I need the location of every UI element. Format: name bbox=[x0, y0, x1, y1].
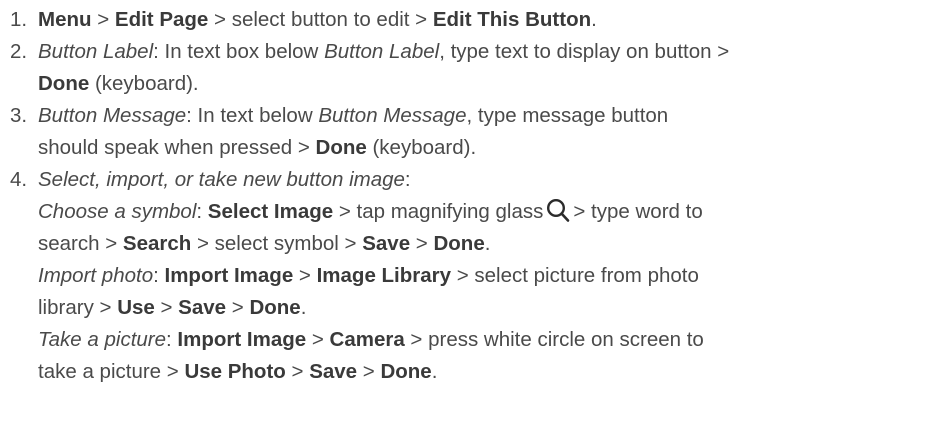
step-text-bold: Use bbox=[117, 296, 155, 319]
step-text-bold: Done bbox=[249, 296, 301, 319]
step-text: (keyboard). bbox=[366, 136, 477, 159]
step-line: library > Use > Save > Done. bbox=[38, 292, 915, 324]
step-text-bold: Image Library bbox=[316, 264, 452, 287]
step-text-italic: Import photo bbox=[38, 264, 154, 287]
step-text: take a picture > bbox=[38, 360, 185, 383]
step-text-bold: Search bbox=[122, 232, 192, 255]
step-text-italic: Button Message bbox=[38, 104, 187, 127]
step-text: > select symbol > bbox=[191, 232, 363, 255]
step-text-bold: Save bbox=[178, 296, 227, 319]
step-line: search > Search > select symbol > Save >… bbox=[38, 228, 915, 260]
step-text: > press white circle on screen to bbox=[404, 328, 704, 351]
step-text: : bbox=[166, 328, 178, 351]
step-text: should speak when pressed > bbox=[38, 136, 316, 159]
step-line: Button Label: In text box below Button L… bbox=[38, 36, 915, 68]
step-text: > bbox=[410, 232, 434, 255]
step-text-italic: Select, import, or take new button image bbox=[38, 168, 405, 191]
step-line: take a picture > Use Photo > Save > Done… bbox=[38, 356, 915, 388]
step-text: > tap magnifying glass bbox=[333, 200, 544, 223]
step-text: , type text to display on button > bbox=[439, 40, 730, 63]
step-text-bold: Save bbox=[362, 232, 411, 255]
step-text: > bbox=[293, 264, 317, 287]
magnifying-glass-icon bbox=[545, 197, 571, 223]
step-4: 4. Select, import, or take new button im… bbox=[10, 164, 915, 388]
step-3: 3. Button Message: In text below Button … bbox=[10, 100, 915, 164]
step-text: > bbox=[285, 360, 310, 383]
step-line: should speak when pressed > Done (keyboa… bbox=[38, 132, 915, 164]
step-number: 1. bbox=[10, 8, 28, 31]
step-line: Import photo: Import Image > Image Libra… bbox=[38, 260, 915, 292]
step-text: library > bbox=[38, 296, 118, 319]
step-text-bold: Save bbox=[309, 360, 358, 383]
step-line: Done (keyboard). bbox=[38, 68, 915, 100]
step-text-bold: Menu bbox=[38, 8, 92, 31]
step-text-italic: Choose a symbol bbox=[38, 200, 197, 223]
step-text: . bbox=[431, 360, 438, 383]
step-text: . bbox=[300, 296, 307, 319]
step-text: > type word to bbox=[573, 200, 703, 223]
step-line: Choose a symbol: Select Image > tap magn… bbox=[38, 196, 915, 228]
step-text: > bbox=[357, 360, 381, 383]
step-number: 3. bbox=[10, 104, 28, 127]
step-text-bold: Done bbox=[433, 232, 485, 255]
step-text: : bbox=[404, 168, 411, 191]
step-text: > bbox=[226, 296, 250, 319]
step-text-bold: Edit Page bbox=[114, 8, 209, 31]
step-text-bold: Import Image bbox=[177, 328, 307, 351]
step-text: > bbox=[306, 328, 330, 351]
step-text-bold: Select Image bbox=[207, 200, 334, 223]
step-line: Take a picture: Import Image > Camera > … bbox=[38, 324, 915, 356]
step-text: . bbox=[591, 8, 597, 31]
step-text-italic: Button Label bbox=[38, 40, 154, 63]
step-text-bold: Edit This Button bbox=[432, 8, 592, 31]
step-text: : In text box below bbox=[153, 40, 325, 63]
step-text-bold: Use Photo bbox=[184, 360, 286, 383]
step-line: Button Message: In text below Button Mes… bbox=[38, 100, 915, 132]
step-text-bold: Done bbox=[38, 72, 90, 95]
step-text-bold: Done bbox=[315, 136, 367, 159]
step-text-bold: Import Image bbox=[164, 264, 294, 287]
step-text: (keyboard). bbox=[89, 72, 199, 95]
step-text: search > bbox=[38, 232, 123, 255]
step-text: : In text below bbox=[186, 104, 319, 127]
step-text-italic: Button Message bbox=[318, 104, 467, 127]
step-text-bold: Done bbox=[380, 360, 432, 383]
step-text: > bbox=[154, 296, 179, 319]
steps-list: 1. Menu > Edit Page > select button to e… bbox=[10, 4, 915, 388]
step-number: 2. bbox=[10, 40, 28, 63]
step-text-bold: Camera bbox=[329, 328, 405, 351]
instructions-document: 1. Menu > Edit Page > select button to e… bbox=[0, 0, 915, 388]
step-text: . bbox=[484, 232, 491, 255]
step-text: : bbox=[196, 200, 208, 223]
step-text: > select button to edit > bbox=[208, 8, 433, 31]
step-text: > select picture from photo bbox=[451, 264, 699, 287]
step-1: 1. Menu > Edit Page > select button to e… bbox=[10, 4, 915, 36]
step-line: Menu > Edit Page > select button to edit… bbox=[38, 4, 915, 36]
step-line: Select, import, or take new button image… bbox=[38, 164, 915, 196]
step-text: : bbox=[153, 264, 165, 287]
step-text: , type message button bbox=[466, 104, 669, 127]
step-text-italic: Button Label bbox=[324, 40, 440, 63]
step-number: 4. bbox=[10, 168, 28, 191]
step-2: 2. Button Label: In text box below Butto… bbox=[10, 36, 915, 100]
step-text: > bbox=[91, 8, 115, 31]
step-text-italic: Take a picture bbox=[38, 328, 167, 351]
